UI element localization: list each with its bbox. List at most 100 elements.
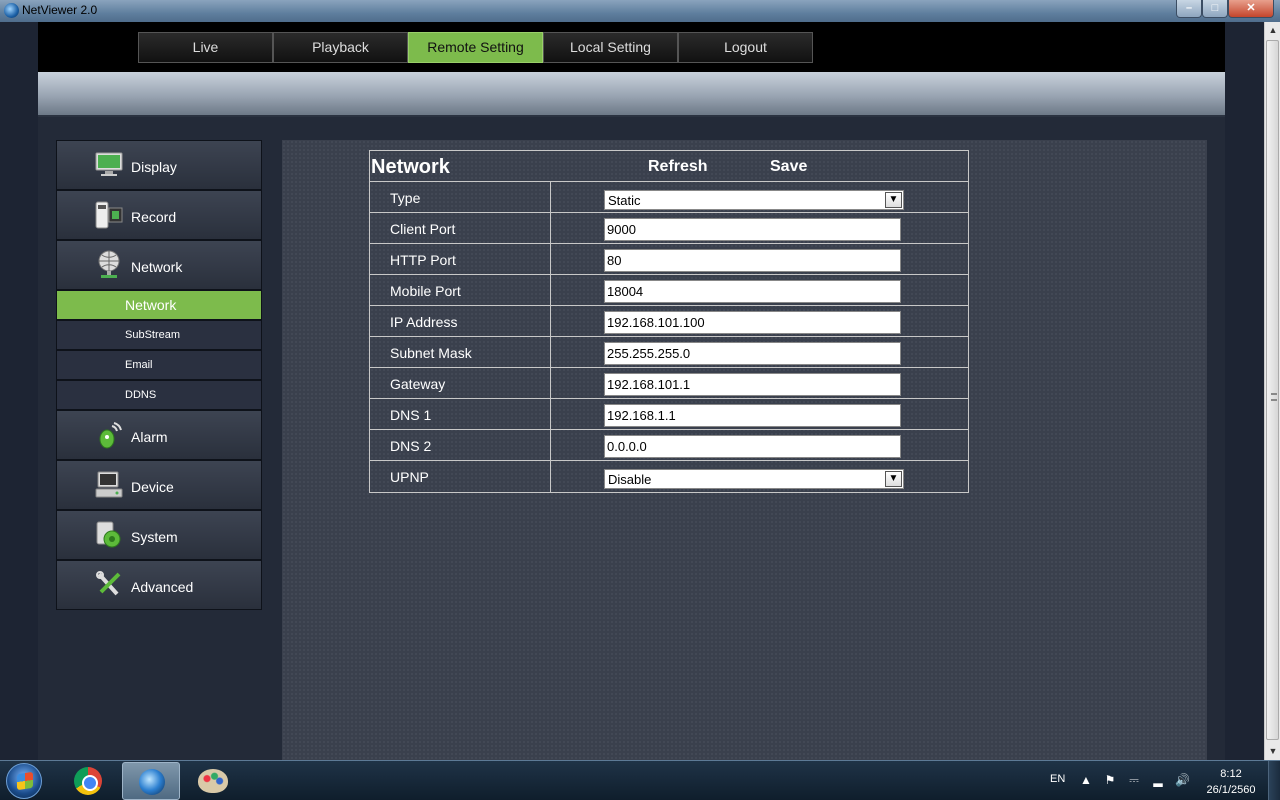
netviewer-icon: [139, 769, 165, 795]
client-port-input[interactable]: [604, 218, 901, 241]
close-button[interactable]: ✕: [1228, 0, 1274, 18]
action-center-flag-icon[interactable]: ⚑: [1103, 773, 1117, 787]
maximize-button[interactable]: □: [1202, 0, 1228, 18]
sidebar-item-record[interactable]: Record: [56, 190, 262, 240]
sidebar-label: Advanced: [131, 579, 194, 595]
form-row-mobile-port: Mobile Port: [370, 275, 968, 306]
paint-palette-icon: [198, 769, 228, 793]
field-label: HTTP Port: [390, 252, 456, 268]
header-banner: [38, 72, 1225, 117]
chevron-down-icon[interactable]: ▼: [885, 192, 902, 208]
sidebar-label: Device: [131, 479, 174, 495]
tab-logout[interactable]: Logout: [678, 32, 813, 63]
windows-logo-icon: [17, 771, 33, 791]
system-clock[interactable]: 8:12 26/1/2560: [1198, 766, 1264, 798]
upnp-select-value: Disable: [608, 472, 652, 487]
field-label: Type: [390, 190, 421, 206]
sidebar-item-advanced[interactable]: Advanced: [56, 560, 262, 610]
sidebar-item-network[interactable]: Network: [56, 240, 262, 290]
field-label: Mobile Port: [390, 283, 461, 299]
window-title-bar: NetViewer 2.0 – □ ✕: [0, 0, 1280, 22]
save-button[interactable]: Save: [770, 158, 807, 176]
window-title: NetViewer 2.0: [22, 3, 98, 17]
form-row-dns1: DNS 1: [370, 399, 968, 430]
form-row-upnp: UPNP Disable ▼: [370, 461, 968, 492]
form-row-dns2: DNS 2: [370, 430, 968, 461]
show-desktop-button[interactable]: [1268, 761, 1280, 800]
form-header: Network Refresh Save: [370, 151, 968, 182]
sidebar-label: System: [131, 529, 178, 545]
sidebar-item-alarm[interactable]: Alarm: [56, 410, 262, 460]
sidebar-item-system[interactable]: System: [56, 510, 262, 560]
subnet-mask-input[interactable]: [604, 342, 901, 365]
sidebar-item-device[interactable]: Device: [56, 460, 262, 510]
refresh-button[interactable]: Refresh: [648, 158, 708, 176]
http-port-input[interactable]: [604, 249, 901, 272]
field-label: Gateway: [390, 376, 446, 392]
scroll-down-icon[interactable]: ▼: [1265, 743, 1280, 760]
chevron-down-icon[interactable]: ▼: [885, 471, 902, 487]
minimize-button[interactable]: –: [1176, 0, 1202, 18]
speaker-volume-icon[interactable]: 🔊: [1175, 773, 1190, 787]
taskbar-netviewer-button[interactable]: [122, 762, 180, 800]
tab-remote-setting[interactable]: Remote Setting: [408, 32, 543, 63]
field-label: UPNP: [390, 469, 429, 485]
power-plug-icon[interactable]: ⎓: [1127, 773, 1141, 787]
type-select-value: Static: [608, 193, 641, 208]
sidebar-subitem-network[interactable]: Network: [56, 290, 262, 320]
top-navigation: Live Playback Remote Setting Local Setti…: [38, 22, 1225, 72]
start-button[interactable]: [6, 763, 42, 799]
system-gear-icon: [96, 521, 121, 548]
form-row-subnet-mask: Subnet Mask: [370, 337, 968, 368]
language-indicator[interactable]: EN: [1050, 773, 1065, 785]
sidebar-item-display[interactable]: Display: [56, 140, 262, 190]
upnp-select[interactable]: Disable ▼: [604, 469, 904, 489]
gateway-input[interactable]: [604, 373, 901, 396]
tab-live[interactable]: Live: [138, 32, 273, 63]
type-select[interactable]: Static ▼: [604, 190, 904, 210]
network-settings-form: Network Refresh Save Type Static ▼ Clien…: [369, 150, 969, 493]
sidebar-sublabel: DDNS: [125, 389, 157, 401]
sidebar-subitem-ddns[interactable]: DDNS: [56, 380, 262, 410]
form-row-type: Type Static ▼: [370, 182, 968, 213]
sidebar-sublabel: Email: [125, 359, 153, 371]
settings-sidebar: Display Record Network Network SubStream…: [56, 140, 262, 610]
tab-playback[interactable]: Playback: [273, 32, 408, 63]
chrome-icon: [74, 767, 102, 795]
form-row-ip-address: IP Address: [370, 306, 968, 337]
globe-network-icon: [98, 250, 120, 278]
mobile-port-input[interactable]: [604, 280, 901, 303]
sidebar-label: Alarm: [131, 429, 168, 445]
form-row-gateway: Gateway: [370, 368, 968, 399]
os-taskbar: EN ▲ ⚑ ⎓ ▂ 🔊 8:12 26/1/2560: [0, 760, 1280, 800]
sidebar-subitem-email[interactable]: Email: [56, 350, 262, 380]
form-row-client-port: Client Port: [370, 213, 968, 244]
clock-time: 8:12: [1220, 768, 1242, 780]
taskbar-paint-button[interactable]: [184, 762, 242, 800]
field-label: DNS 1: [390, 407, 432, 423]
show-hidden-icons-icon[interactable]: ▲: [1079, 773, 1093, 787]
ip-address-input[interactable]: [604, 311, 901, 334]
dns1-input[interactable]: [604, 404, 901, 427]
clock-date: 26/1/2560: [1206, 784, 1256, 796]
alarm-sensor-icon: [99, 422, 122, 449]
sidebar-subitem-substream[interactable]: SubStream: [56, 320, 262, 350]
sidebar-sublabel: SubStream: [125, 329, 181, 341]
field-label: DNS 2: [390, 438, 432, 454]
field-label: IP Address: [390, 314, 458, 330]
app-logo-icon: [4, 3, 19, 18]
dns2-input[interactable]: [604, 435, 901, 458]
vertical-scrollbar[interactable]: ▲ ▼: [1264, 22, 1280, 760]
form-row-http-port: HTTP Port: [370, 244, 968, 275]
tab-local-setting[interactable]: Local Setting: [543, 32, 678, 63]
sidebar-sublabel: Network: [125, 297, 177, 313]
field-label: Client Port: [390, 221, 456, 237]
scroll-up-icon[interactable]: ▲: [1265, 22, 1280, 39]
scrollbar-thumb[interactable]: [1266, 40, 1279, 740]
computer-device-icon: [95, 471, 123, 498]
network-signal-icon[interactable]: ▂: [1151, 773, 1165, 787]
wrench-tools-icon: [96, 571, 121, 596]
monitor-icon: [95, 152, 123, 176]
taskbar-chrome-button[interactable]: [60, 762, 118, 800]
sidebar-label: Network: [131, 259, 183, 275]
